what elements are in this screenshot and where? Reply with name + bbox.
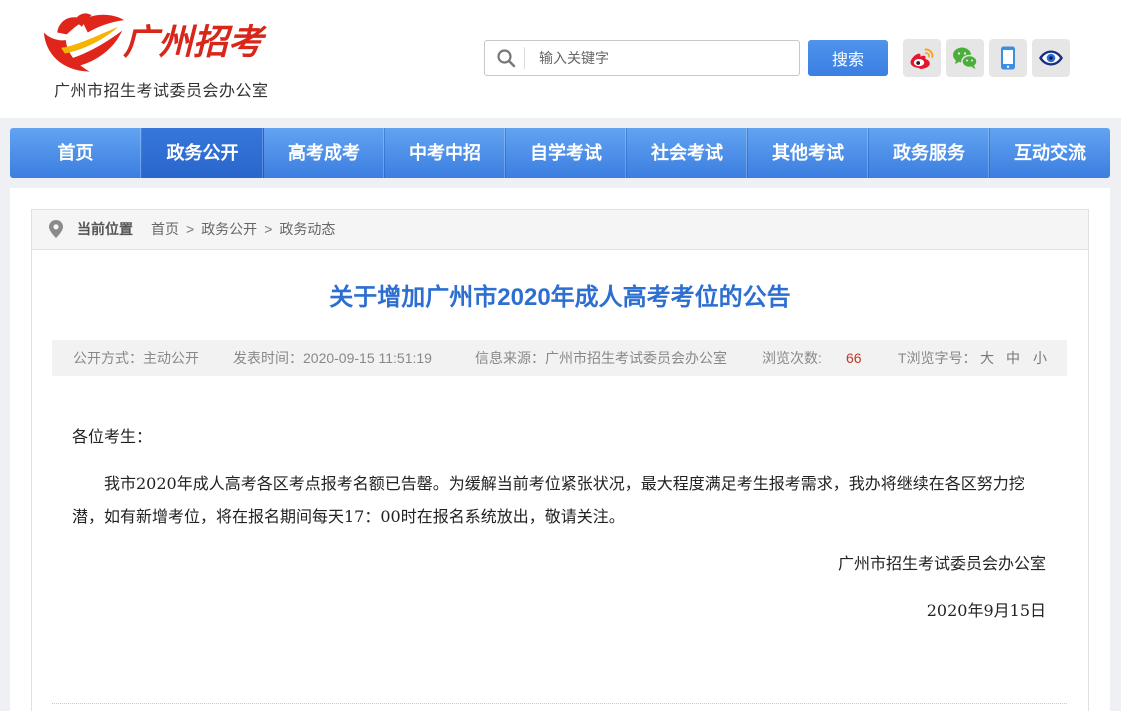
meta-published-label: 发表时间：	[233, 350, 303, 366]
breadcrumb-prefix: 当前位置	[77, 221, 133, 237]
article-divider	[52, 703, 1067, 704]
nav-item-other-exams[interactable]: 其他考试	[748, 128, 869, 178]
article-signature: 广州市招生考试委员会办公室	[837, 554, 1046, 573]
article-panel: 当前位置 首页 > 政务公开 > 政务动态 关于增加广州市2020年成人高考考位…	[31, 209, 1089, 711]
nav-item-zhongkao[interactable]: 中考中招	[385, 128, 506, 178]
breadcrumb: 当前位置 首页 > 政务公开 > 政务动态	[32, 210, 1088, 250]
nav-item-home[interactable]: 首页	[10, 128, 142, 178]
breadcrumb-home-link[interactable]: 首页	[151, 210, 179, 249]
nav-item-government-affairs[interactable]: 政务公开	[142, 128, 264, 178]
article-greeting: 各位考生：	[72, 427, 153, 446]
breadcrumb-government-affairs-link[interactable]: 政务公开	[201, 210, 257, 249]
article-body: 各位考生： 我市2020年成人高考各区考点报考名额已告罄。为缓解当前考位紧张状况…	[72, 420, 1046, 641]
meta-disclosure: 公开方式：主动公开	[73, 340, 199, 376]
location-pin-icon	[49, 220, 63, 238]
nav-item-gaokao-adult-exam[interactable]: 高考成考	[264, 128, 385, 178]
eye-icon	[1039, 50, 1063, 66]
weibo-icon	[910, 48, 934, 69]
meta-published: 发表时间：2020-09-15 11:51:19	[233, 340, 432, 376]
breadcrumb-government-news-link[interactable]: 政务动态	[279, 210, 335, 249]
logo-flower-icon[interactable]	[40, 10, 126, 76]
content-area: 当前位置 首页 > 政务公开 > 政务动态 关于增加广州市2020年成人高考考位…	[10, 188, 1110, 711]
breadcrumb-separator: >	[264, 221, 273, 237]
search-divider	[524, 47, 525, 69]
search-icon	[497, 49, 516, 68]
accessibility-eye-button[interactable]	[1032, 39, 1070, 77]
weibo-button[interactable]	[903, 39, 941, 77]
article-title: 关于增加广州市2020年成人高考考位的公告	[329, 284, 791, 311]
search-box	[484, 40, 800, 76]
wechat-button[interactable]	[946, 39, 984, 77]
site-header: 广州招考 广州市招生考试委员会办公室 搜索	[0, 0, 1121, 118]
org-name: 广州市招生考试委员会办公室	[54, 83, 269, 100]
nav-item-government-services[interactable]: 政务服务	[869, 128, 990, 178]
search-button[interactable]: 搜索	[808, 40, 888, 76]
meta-disclosure-label: 公开方式：	[73, 350, 143, 366]
article-meta-bar: 公开方式：主动公开 发表时间：2020-09-15 11:51:19 信息来源：…	[52, 340, 1067, 376]
logo-text[interactable]: 广州招考	[123, 19, 263, 67]
font-size-large-button[interactable]: 大	[980, 340, 994, 376]
nav-item-interaction[interactable]: 互动交流	[990, 128, 1110, 178]
nav-item-self-study-exam[interactable]: 自学考试	[506, 128, 627, 178]
wechat-icon	[953, 47, 978, 69]
meta-source-label: 信息来源：	[475, 350, 545, 366]
font-size-small-button[interactable]: 小	[1033, 340, 1047, 376]
main-nav: 首页 政务公开 高考成考 中考中招 自学考试 社会考试 其他考试 政务服务 互动…	[10, 128, 1110, 178]
meta-source: 信息来源：广州市招生考试委员会办公室	[475, 340, 727, 376]
meta-font-size-label: T浏览字号：	[898, 350, 977, 366]
meta-published-value: 2020-09-15 11:51:19	[303, 350, 432, 366]
meta-disclosure-value: 主动公开	[143, 350, 199, 366]
breadcrumb-separator: >	[186, 221, 195, 237]
meta-source-value: 广州市招生考试委员会办公室	[545, 350, 727, 366]
font-size-medium-button[interactable]: 中	[1006, 340, 1020, 376]
search-input[interactable]	[539, 41, 789, 75]
nav-item-social-exam[interactable]: 社会考试	[627, 128, 748, 178]
breadcrumb-trail: 首页 > 政务公开 > 政务动态	[151, 210, 335, 249]
article-date: 2020年9月15日	[926, 601, 1046, 620]
meta-views-count: 66	[846, 350, 862, 366]
mobile-button[interactable]	[989, 39, 1027, 77]
article-paragraph: 我市2020年成人高考各区考点报考名额已告罄。为缓解当前考位紧张状况，最大程度满…	[72, 474, 1025, 526]
meta-views-label: 浏览次数:	[762, 350, 822, 366]
mobile-icon	[1001, 46, 1015, 70]
